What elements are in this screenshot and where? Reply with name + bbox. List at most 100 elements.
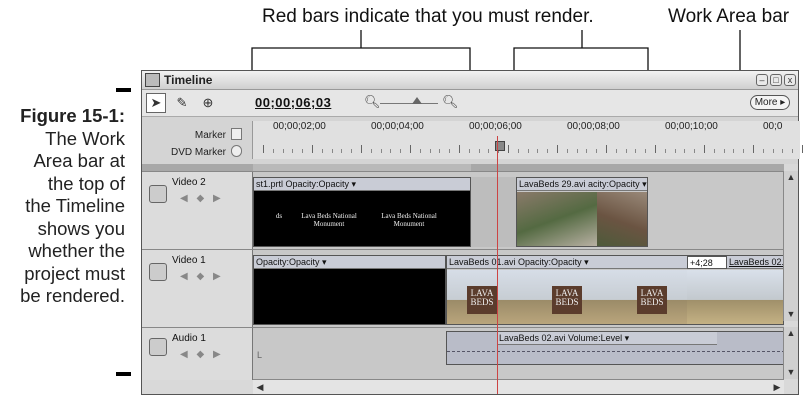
ruler-tick bbox=[772, 149, 774, 153]
scroll-left-icon[interactable]: ◀ bbox=[253, 381, 267, 394]
ruler-tick-label: 00;00;08;00 bbox=[567, 121, 620, 132]
marker-label: Marker bbox=[194, 130, 226, 141]
ruler-tick bbox=[557, 145, 558, 153]
ruler-tick bbox=[272, 149, 274, 153]
clip-thumbnail bbox=[687, 270, 783, 324]
ruler-tick bbox=[674, 149, 676, 153]
video-1-track: Video 1 ◀ ◆ ▶ Opacity:Opacity ▾ LavaBeds… bbox=[142, 249, 784, 327]
scroll-right-icon[interactable]: ▶ bbox=[770, 381, 784, 394]
ruler-tick bbox=[292, 149, 294, 153]
dvd-marker-icon[interactable] bbox=[231, 145, 242, 157]
lavabeds-29-clip[interactable]: LavaBeds 29.avi acity:Opacity ▾ bbox=[516, 177, 648, 247]
time-ruler[interactable]: 00;00;02;00 00;00;04;00 00;00;06;00 00;0… bbox=[252, 121, 803, 159]
zoom-in-icon[interactable]: 🔍︎ bbox=[442, 94, 459, 110]
title-clip[interactable]: st1.prtl Opacity:Opacity ▾ ds Lava Beds … bbox=[253, 177, 471, 247]
ruler-area: Marker DVD Marker 00;00;02;00 00;00;04;0… bbox=[142, 116, 803, 164]
figure-caption: Figure 15-1: The Work Area bar at the to… bbox=[0, 105, 125, 308]
ruler-tick bbox=[351, 149, 353, 153]
work-area-bar[interactable] bbox=[142, 164, 784, 171]
ruler-tick-label: 00;00;04;00 bbox=[371, 121, 424, 132]
scroll-up-icon[interactable]: ▲ bbox=[784, 327, 798, 340]
selection-tool-icon[interactable]: ➤ bbox=[146, 93, 166, 113]
title-bar[interactable]: Timeline – □ x bbox=[142, 71, 798, 90]
track-name: Video 2 bbox=[172, 177, 206, 188]
keyframe-nav[interactable]: ◀ ◆ ▶ bbox=[180, 349, 224, 360]
clip-label: Opacity:Opacity ▾ bbox=[254, 256, 445, 269]
clip-offset-badge: +4;28 bbox=[687, 256, 727, 269]
caption-bottom-rule bbox=[116, 372, 131, 376]
window-title: Timeline bbox=[164, 73, 213, 87]
ruler-tick bbox=[478, 149, 480, 153]
caption-line: the top of bbox=[47, 172, 125, 194]
keyframe-nav[interactable]: ◀ ◆ ▶ bbox=[180, 193, 224, 204]
ruler-tick bbox=[723, 149, 725, 153]
sign-image: LAVA BEDS bbox=[552, 286, 582, 314]
frame-text: Lava Beds National Monument bbox=[381, 212, 437, 228]
ruler-tick bbox=[733, 149, 735, 153]
zoom-slider[interactable] bbox=[380, 103, 438, 104]
ruler-tick bbox=[704, 145, 705, 153]
minimize-button[interactable]: – bbox=[756, 74, 768, 86]
caption-line: whether the bbox=[28, 240, 125, 261]
marker-icon[interactable] bbox=[231, 128, 242, 140]
caption-line: be rendered. bbox=[20, 285, 125, 306]
ruler-tick bbox=[439, 149, 441, 153]
ruler-tick bbox=[586, 149, 588, 153]
ruler-tick bbox=[635, 149, 637, 153]
ruler-tick bbox=[537, 149, 539, 153]
ruler-tick bbox=[449, 149, 451, 153]
razor-tool-icon[interactable]: ✎ bbox=[172, 93, 192, 113]
scroll-down-icon[interactable]: ▼ bbox=[784, 308, 798, 321]
snap-icon[interactable]: ⊕ bbox=[198, 93, 218, 113]
ruler-tick bbox=[508, 145, 509, 153]
speaker-icon[interactable] bbox=[149, 338, 167, 356]
sign-image: LAVA BEDS bbox=[637, 286, 667, 314]
ruler-tick bbox=[684, 149, 686, 153]
zoom-out-icon[interactable]: 🔍︎ bbox=[364, 94, 381, 110]
ruler-tick bbox=[517, 149, 519, 153]
scroll-down-icon[interactable]: ▼ bbox=[784, 366, 798, 379]
ruler-tick-label: 00;0 bbox=[763, 121, 783, 132]
eye-icon[interactable] bbox=[149, 263, 167, 281]
eye-icon[interactable] bbox=[149, 185, 167, 203]
keyframe-nav[interactable]: ◀ ◆ ▶ bbox=[180, 271, 224, 282]
ruler-tick bbox=[743, 149, 745, 153]
clip-label: LavaBeds 29.avi acity:Opacity ▾ bbox=[517, 178, 647, 191]
ruler-tick bbox=[429, 149, 431, 153]
frame-text: Lava Beds National Monument bbox=[301, 212, 357, 228]
timeline-window: Timeline – □ x ➤ ✎ ⊕ 00;00;06;03 🔍︎ 🔍︎ M… bbox=[141, 70, 803, 395]
ruler-tick bbox=[390, 149, 392, 153]
ruler-tick bbox=[361, 145, 362, 153]
ruler-tick bbox=[263, 145, 264, 153]
maximize-button[interactable]: □ bbox=[770, 74, 782, 86]
scroll-up-icon[interactable]: ▲ bbox=[784, 171, 798, 184]
clip-label: LavaBeds 01.avi Opacity:Opacity ▾ bbox=[447, 256, 687, 269]
more-button[interactable]: More ▸ bbox=[750, 95, 790, 110]
ruler-tick bbox=[596, 149, 598, 153]
video-1-black-clip[interactable]: Opacity:Opacity ▾ bbox=[253, 255, 446, 325]
audio-scrollbar[interactable]: ▲ ▼ bbox=[783, 327, 798, 379]
ruler-tick-label: 00;00;06;00 bbox=[469, 121, 522, 132]
timeline-app-icon bbox=[145, 73, 160, 87]
ruler-tick bbox=[694, 149, 696, 153]
horizontal-scrollbar[interactable]: ◀ ▶ bbox=[253, 379, 784, 394]
current-time-indicator[interactable] bbox=[497, 136, 498, 394]
ruler-tick bbox=[419, 149, 421, 153]
ruler-tick bbox=[331, 149, 333, 153]
close-button[interactable]: x bbox=[784, 74, 796, 86]
audio-1-header: Audio 1 ◀ ◆ ▶ bbox=[142, 328, 253, 380]
ruler-tick bbox=[753, 145, 754, 153]
video-scrollbar[interactable]: ▲ ▼ bbox=[783, 171, 798, 321]
ruler-tick-label: 00;00;02;00 bbox=[273, 121, 326, 132]
ruler-tick bbox=[312, 145, 313, 153]
sign-image: LAVA BEDS bbox=[467, 286, 497, 314]
video-1-header: Video 1 ◀ ◆ ▶ bbox=[142, 250, 253, 327]
ruler-tick bbox=[625, 149, 627, 153]
dvd-marker-label: DVD Marker bbox=[170, 147, 226, 158]
clip-thumbnail bbox=[597, 192, 647, 246]
zoom-slider-thumb[interactable] bbox=[412, 97, 422, 104]
caption-line: Area bar at bbox=[33, 150, 125, 171]
timecode-display[interactable]: 00;00;06;03 bbox=[255, 95, 331, 110]
audio-channel-label: L bbox=[257, 350, 263, 360]
ruler-tick bbox=[321, 149, 323, 153]
